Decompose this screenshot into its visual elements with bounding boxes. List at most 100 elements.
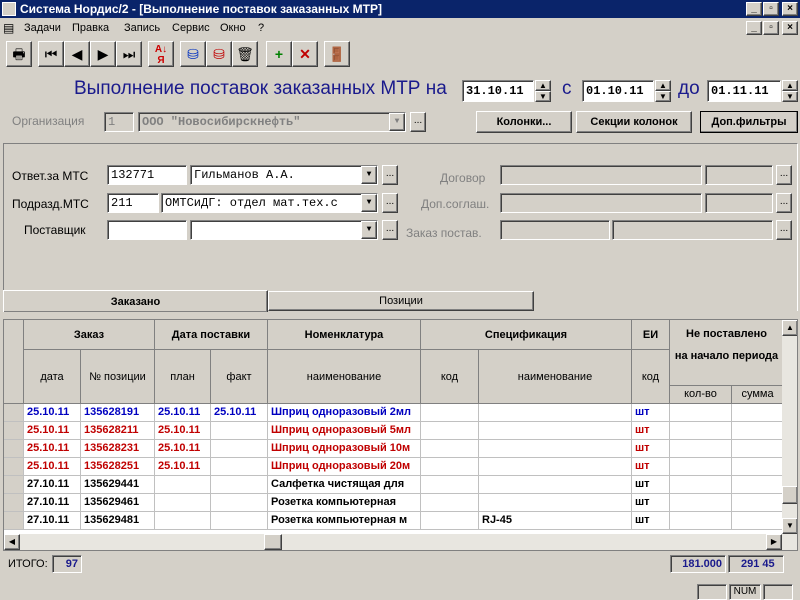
spin-up-icon[interactable]: ▲ bbox=[655, 80, 671, 91]
row-selector[interactable] bbox=[4, 440, 24, 458]
cell-spec-code[interactable] bbox=[421, 440, 479, 458]
cell-position[interactable]: 135628231 bbox=[81, 440, 155, 458]
cell-sum[interactable] bbox=[732, 404, 784, 422]
row-selector[interactable] bbox=[4, 476, 24, 494]
menu-record[interactable]: Запись bbox=[124, 18, 160, 38]
report-date-input[interactable]: 31.10.11 bbox=[462, 80, 534, 102]
maximize-button[interactable]: ▫ bbox=[763, 2, 779, 16]
cell-nom-name[interactable]: Шприц одноразовый 10м bbox=[268, 440, 421, 458]
responsible-name-combo[interactable]: Гильманов А.А. ▼ bbox=[190, 165, 378, 185]
column-sections-button[interactable]: Секции колонок bbox=[576, 111, 692, 133]
cell-spec-name[interactable] bbox=[479, 440, 632, 458]
cell-date[interactable]: 25.10.11 bbox=[24, 440, 81, 458]
report-date-spinner[interactable]: ▲ ▼ bbox=[535, 80, 551, 102]
cell-spec-name[interactable] bbox=[479, 476, 632, 494]
dept-code-input[interactable]: 211 bbox=[107, 193, 159, 213]
cell-fact-date[interactable] bbox=[211, 494, 268, 512]
cell-fact-date[interactable] bbox=[211, 440, 268, 458]
next-record-icon[interactable]: ▶ bbox=[90, 41, 116, 67]
supplier-code-input[interactable] bbox=[107, 220, 187, 240]
cell-spec-name[interactable] bbox=[479, 404, 632, 422]
chevron-down-icon[interactable]: ▼ bbox=[361, 166, 377, 184]
doc-menu-icon[interactable]: ▤ bbox=[3, 18, 14, 38]
cell-qty[interactable] bbox=[670, 404, 732, 422]
printer-icon[interactable]: 🖶 bbox=[6, 41, 32, 67]
cell-spec-code[interactable] bbox=[421, 476, 479, 494]
supplier-ellipsis-button[interactable]: ... bbox=[382, 220, 398, 240]
spin-down-icon[interactable]: ▼ bbox=[535, 91, 551, 102]
scroll-right-icon[interactable]: ▶ bbox=[766, 534, 782, 550]
spin-down-icon[interactable]: ▼ bbox=[655, 91, 671, 102]
cell-unit[interactable]: шт bbox=[632, 494, 670, 512]
first-record-icon[interactable]: ⏮ bbox=[38, 41, 64, 67]
row-selector[interactable] bbox=[4, 512, 24, 530]
cell-spec-code[interactable] bbox=[421, 512, 479, 530]
cell-nom-name[interactable]: Шприц одноразовый 20м bbox=[268, 458, 421, 476]
date-to-input[interactable]: 01.11.11 bbox=[707, 80, 781, 102]
cell-unit[interactable]: шт bbox=[632, 512, 670, 530]
cell-date[interactable]: 27.10.11 bbox=[24, 512, 81, 530]
cell-sum[interactable] bbox=[732, 512, 784, 530]
spin-down-icon[interactable]: ▼ bbox=[782, 91, 798, 102]
cell-plan-date[interactable] bbox=[155, 476, 211, 494]
menu-service[interactable]: Сервис bbox=[172, 18, 210, 38]
cell-position[interactable]: 135628251 bbox=[81, 458, 155, 476]
vertical-scrollbar[interactable]: ▲ ▼ bbox=[782, 320, 797, 534]
cell-date[interactable]: 27.10.11 bbox=[24, 476, 81, 494]
cell-spec-code[interactable] bbox=[421, 458, 479, 476]
date-from-spinner[interactable]: ▲ ▼ bbox=[655, 80, 671, 102]
scroll-up-icon[interactable]: ▲ bbox=[782, 320, 797, 336]
recycle-bin-icon[interactable]: 🗑 bbox=[232, 41, 258, 67]
responsible-code-input[interactable]: 132771 bbox=[107, 165, 187, 185]
scroll-down-icon[interactable]: ▼ bbox=[782, 518, 797, 534]
dept-ellipsis-button[interactable]: ... bbox=[382, 193, 398, 213]
minimize-button[interactable]: _ bbox=[746, 2, 762, 16]
chevron-down-icon[interactable]: ▼ bbox=[361, 194, 377, 212]
add-document-icon[interactable]: + bbox=[266, 41, 292, 67]
cell-qty[interactable] bbox=[670, 422, 732, 440]
cell-spec-code[interactable] bbox=[421, 404, 479, 422]
table-row[interactable]: 27.10.11 135629441 Салфетка чистящая для шт bbox=[4, 476, 797, 494]
row-selector[interactable] bbox=[4, 404, 24, 422]
cell-sum[interactable] bbox=[732, 458, 784, 476]
prev-record-icon[interactable]: ◀ bbox=[64, 41, 90, 67]
horizontal-scroll-thumb[interactable] bbox=[264, 534, 282, 550]
dept-name-combo[interactable]: ОМТСиДГ: отдел мат.тех.с ▼ bbox=[161, 193, 378, 213]
cell-spec-name[interactable]: RJ-45 bbox=[479, 512, 632, 530]
menu-tasks[interactable]: Задачи bbox=[24, 18, 61, 38]
cell-position[interactable]: 135628211 bbox=[81, 422, 155, 440]
cell-unit[interactable]: шт bbox=[632, 476, 670, 494]
table-row[interactable]: 27.10.11 135629481 Розетка компьютерная м R… bbox=[4, 512, 797, 530]
cell-nom-name[interactable]: Салфетка чистящая для bbox=[268, 476, 421, 494]
cell-date[interactable]: 25.10.11 bbox=[24, 458, 81, 476]
cell-qty[interactable] bbox=[670, 476, 732, 494]
cell-qty[interactable] bbox=[670, 458, 732, 476]
extra-filters-button[interactable]: Доп.фильтры bbox=[700, 111, 798, 133]
row-selector[interactable] bbox=[4, 458, 24, 476]
cell-fact-date[interactable] bbox=[211, 458, 268, 476]
cell-fact-date[interactable] bbox=[211, 422, 268, 440]
cell-nom-name[interactable]: Розетка компьютерная bbox=[268, 494, 421, 512]
last-record-icon[interactable]: ⏭ bbox=[116, 41, 142, 67]
cell-unit[interactable]: шт bbox=[632, 440, 670, 458]
table-row[interactable]: 25.10.11 135628251 25.10.11 Шприц одноразов… bbox=[4, 458, 797, 476]
spin-up-icon[interactable]: ▲ bbox=[535, 80, 551, 91]
contract-ellipsis-button[interactable]: ... bbox=[776, 165, 792, 185]
cell-position[interactable]: 135629461 bbox=[81, 494, 155, 512]
cell-plan-date[interactable]: 25.10.11 bbox=[155, 440, 211, 458]
menu-help[interactable]: ? bbox=[258, 18, 264, 38]
cell-date[interactable]: 27.10.11 bbox=[24, 494, 81, 512]
columns-button[interactable]: Колонки... bbox=[476, 111, 572, 133]
cell-qty[interactable] bbox=[670, 494, 732, 512]
cell-plan-date[interactable]: 25.10.11 bbox=[155, 404, 211, 422]
cell-unit[interactable]: шт bbox=[632, 458, 670, 476]
cell-position[interactable]: 135629481 bbox=[81, 512, 155, 530]
cell-nom-name[interactable]: Розетка компьютерная м bbox=[268, 512, 421, 530]
table-row[interactable]: 25.10.11 135628231 25.10.11 Шприц одноразов… bbox=[4, 440, 797, 458]
date-from-input[interactable]: 01.10.11 bbox=[582, 80, 654, 102]
cell-sum[interactable] bbox=[732, 494, 784, 512]
close-button[interactable]: × bbox=[782, 2, 798, 16]
row-selector[interactable] bbox=[4, 494, 24, 512]
supplier-name-combo[interactable]: ▼ bbox=[190, 220, 378, 240]
menu-edit[interactable]: Правка bbox=[72, 18, 109, 38]
